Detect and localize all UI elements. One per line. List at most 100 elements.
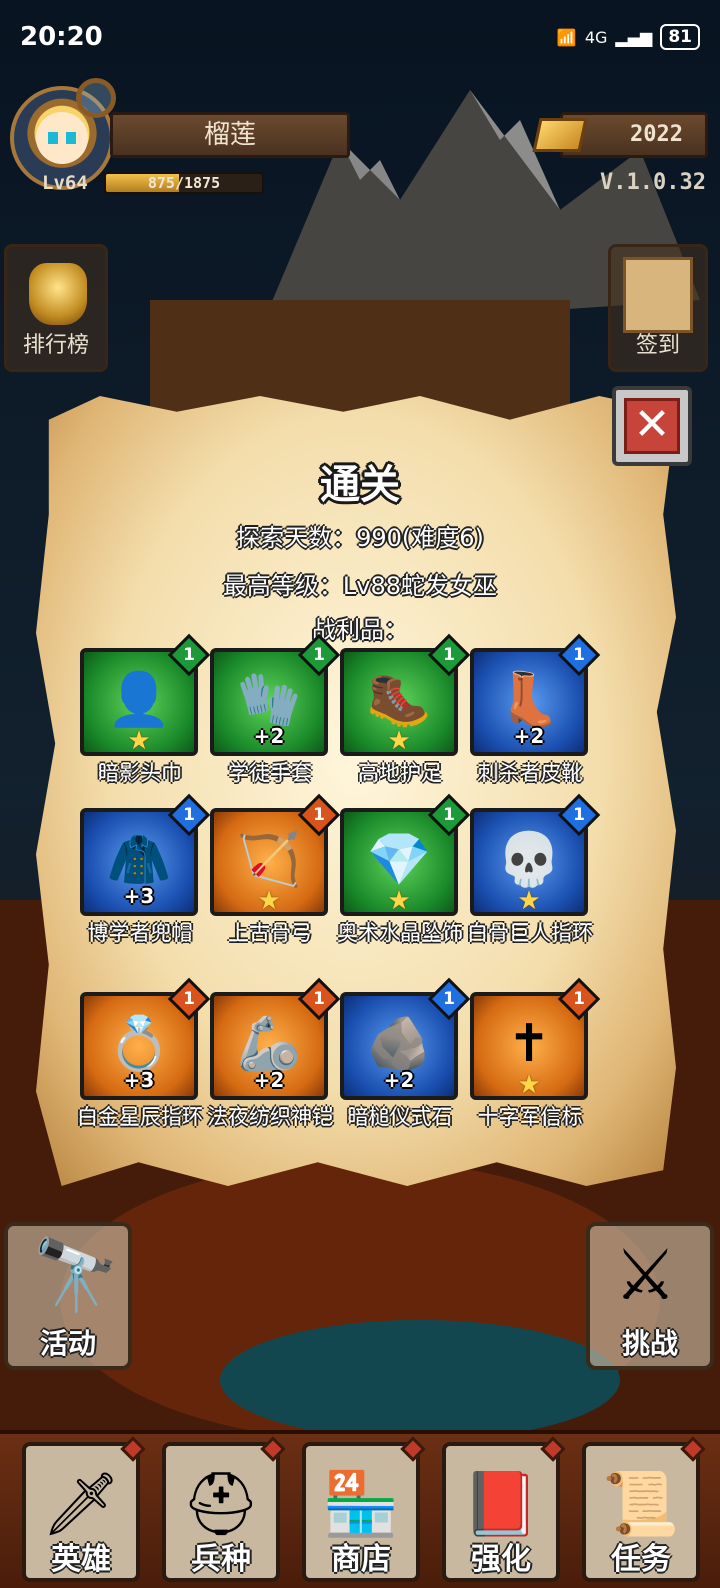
enhance-level: +3: [123, 1068, 155, 1092]
enhance-level: +2: [383, 1068, 415, 1092]
max-level: 最高等级：Lv88蛇发女巫: [222, 572, 498, 600]
loot-item-name: 学徒手套: [228, 761, 312, 785]
challenge-button[interactable]: ⚔ 挑战: [586, 1222, 714, 1370]
equipment-icon: 🧥: [106, 830, 172, 890]
enhance-level: +2: [253, 724, 285, 748]
tier-badge-text: 1: [443, 645, 455, 665]
status-icons: 📶 4G ▂▄▆ 81: [557, 24, 700, 50]
star-icon: ★: [127, 726, 151, 756]
loot-item[interactable]: 💀 ★ 1 白骨巨人指环: [467, 793, 601, 944]
nav-icon: 🏪: [322, 1467, 400, 1541]
tier-badge-text: 1: [183, 645, 195, 665]
equipment-icon: 🥾: [366, 670, 432, 730]
nav-item[interactable]: 🏪 商店: [302, 1436, 426, 1582]
loot-item-name: 暗影头巾: [98, 761, 182, 785]
close-button[interactable]: ✕: [612, 386, 692, 466]
tier-badge-text: 1: [573, 645, 585, 665]
equipment-icon: 👤: [106, 670, 172, 730]
nav-label: 兵种: [191, 1542, 251, 1577]
loot-item-name: 刺杀者皮靴: [477, 761, 583, 785]
loot-item[interactable]: 🦾 +2 1 法夜纺织神铠: [207, 977, 341, 1128]
loot-item-name: 暗槌仪式石: [347, 1105, 453, 1129]
trophy-icon: [29, 263, 87, 325]
loot-item[interactable]: 👢 +2 1 刺杀者皮靴: [470, 633, 601, 784]
loot-item[interactable]: 👤 ★ 1 暗影头巾: [80, 633, 211, 784]
loot-item-name: 白金星辰指环: [77, 1105, 203, 1129]
loot-item[interactable]: 🧤 +2 1 学徒手套: [210, 633, 341, 784]
loot-item-frame: 💎 ★ 1: [340, 793, 471, 916]
equipment-icon: 🪨: [366, 1014, 432, 1074]
sign-in-button[interactable]: 签到: [608, 244, 708, 372]
equipment-icon: 🧤: [236, 670, 302, 730]
loot-item[interactable]: ✝ ★ 1 十字军信标: [470, 977, 601, 1128]
nav-label: 商店: [331, 1542, 391, 1577]
loot-item-name: 上古骨弓: [228, 921, 312, 945]
loot-item-frame: 🧤 +2 1: [210, 633, 341, 756]
magnifier-icon[interactable]: [76, 78, 116, 118]
wifi-icon: 📶: [556, 27, 577, 47]
loot-item[interactable]: 🥾 ★ 1 高地护足: [340, 633, 471, 784]
nav-item[interactable]: 🗡 英雄: [22, 1436, 146, 1582]
activity-label: 活动: [39, 1327, 96, 1360]
star-icon: ★: [517, 886, 541, 916]
equipment-icon: 💍: [106, 1014, 172, 1074]
xp-text: 875/1875: [147, 174, 221, 192]
loot-item[interactable]: 💍 +3 1 白金星辰指环: [77, 977, 211, 1128]
explore-days: 探索天数：990(难度6): [236, 524, 484, 552]
nav-item[interactable]: 📜 任务: [582, 1436, 706, 1582]
close-icon: ✕: [624, 398, 680, 454]
loot-item[interactable]: 🏹 ★ 1 上古骨弓: [210, 793, 341, 944]
loot-item-name: 高地护足: [358, 761, 442, 785]
equipment-icon: 👢: [496, 670, 562, 730]
loot-item-frame: 🪨 +2 1: [340, 977, 471, 1100]
avatar-eye: [66, 132, 76, 144]
loot-item-frame: 🧥 +3 1: [80, 793, 211, 916]
telescope-icon: 🔭: [32, 1234, 120, 1316]
loot-item-name: 法夜纺织神铠: [207, 1105, 333, 1129]
ranking-button[interactable]: 排行榜: [4, 244, 108, 372]
star-icon: ★: [257, 886, 281, 916]
tier-badge-text: 1: [443, 805, 455, 825]
challenge-label: 挑战: [621, 1327, 678, 1360]
sign-in-label: 签到: [635, 333, 680, 358]
gold-bar-icon: [532, 118, 588, 152]
loot-item-frame: 💍 +3 1: [80, 977, 211, 1100]
loot-item-name: 博学者兜帽: [87, 921, 193, 945]
tier-badge-text: 1: [313, 645, 325, 665]
ranking-label: 排行榜: [22, 333, 89, 358]
equipment-icon: ✝: [507, 1014, 551, 1074]
loot-item-frame: 💀 ★ 1: [470, 793, 601, 916]
loot-item-frame: 👤 ★ 1: [80, 633, 211, 756]
activity-button[interactable]: 🔭 活动: [4, 1222, 132, 1370]
scroll-icon: [623, 257, 693, 333]
tier-badge-text: 1: [183, 805, 195, 825]
nav-icon: 🗡: [41, 1467, 121, 1541]
equipment-icon: 💎: [366, 830, 432, 890]
nav-icon: 📕: [462, 1467, 540, 1541]
tier-badge-text: 1: [183, 989, 195, 1009]
nav-item[interactable]: ⛑ 兵种: [162, 1436, 286, 1582]
player-name: 榴莲: [110, 112, 350, 158]
loot-item[interactable]: 🧥 +3 1 博学者兜帽: [80, 793, 211, 944]
signal-icon: ▂▄▆: [615, 27, 653, 47]
nav-icon: ⛑: [181, 1467, 261, 1541]
avatar-eye: [48, 132, 58, 144]
equipment-icon: 💀: [496, 830, 562, 890]
status-time: 20:20: [20, 22, 103, 52]
player-level: Lv64: [42, 172, 88, 194]
nav-item[interactable]: 📕 强化: [442, 1436, 566, 1582]
star-icon: ★: [517, 1070, 541, 1100]
xp-bar: 875/1875: [104, 172, 264, 194]
equipment-icon: 🦾: [236, 1014, 302, 1074]
loot-item[interactable]: 💎 ★ 1 奥术水晶坠饰: [337, 793, 471, 944]
tier-badge-text: 1: [573, 805, 585, 825]
nav-label: 英雄: [51, 1542, 111, 1577]
star-icon: ★: [387, 886, 411, 916]
tier-badge-text: 1: [573, 989, 585, 1009]
tier-badge-text: 1: [443, 989, 455, 1009]
network-type: 4G: [584, 27, 608, 47]
loot-item-frame: ✝ ★ 1: [470, 977, 601, 1100]
loot-item[interactable]: 🪨 +2 1 暗槌仪式石: [340, 977, 471, 1128]
star-icon: ★: [387, 726, 411, 756]
loot-item-name: 十字军信标: [477, 1105, 583, 1129]
